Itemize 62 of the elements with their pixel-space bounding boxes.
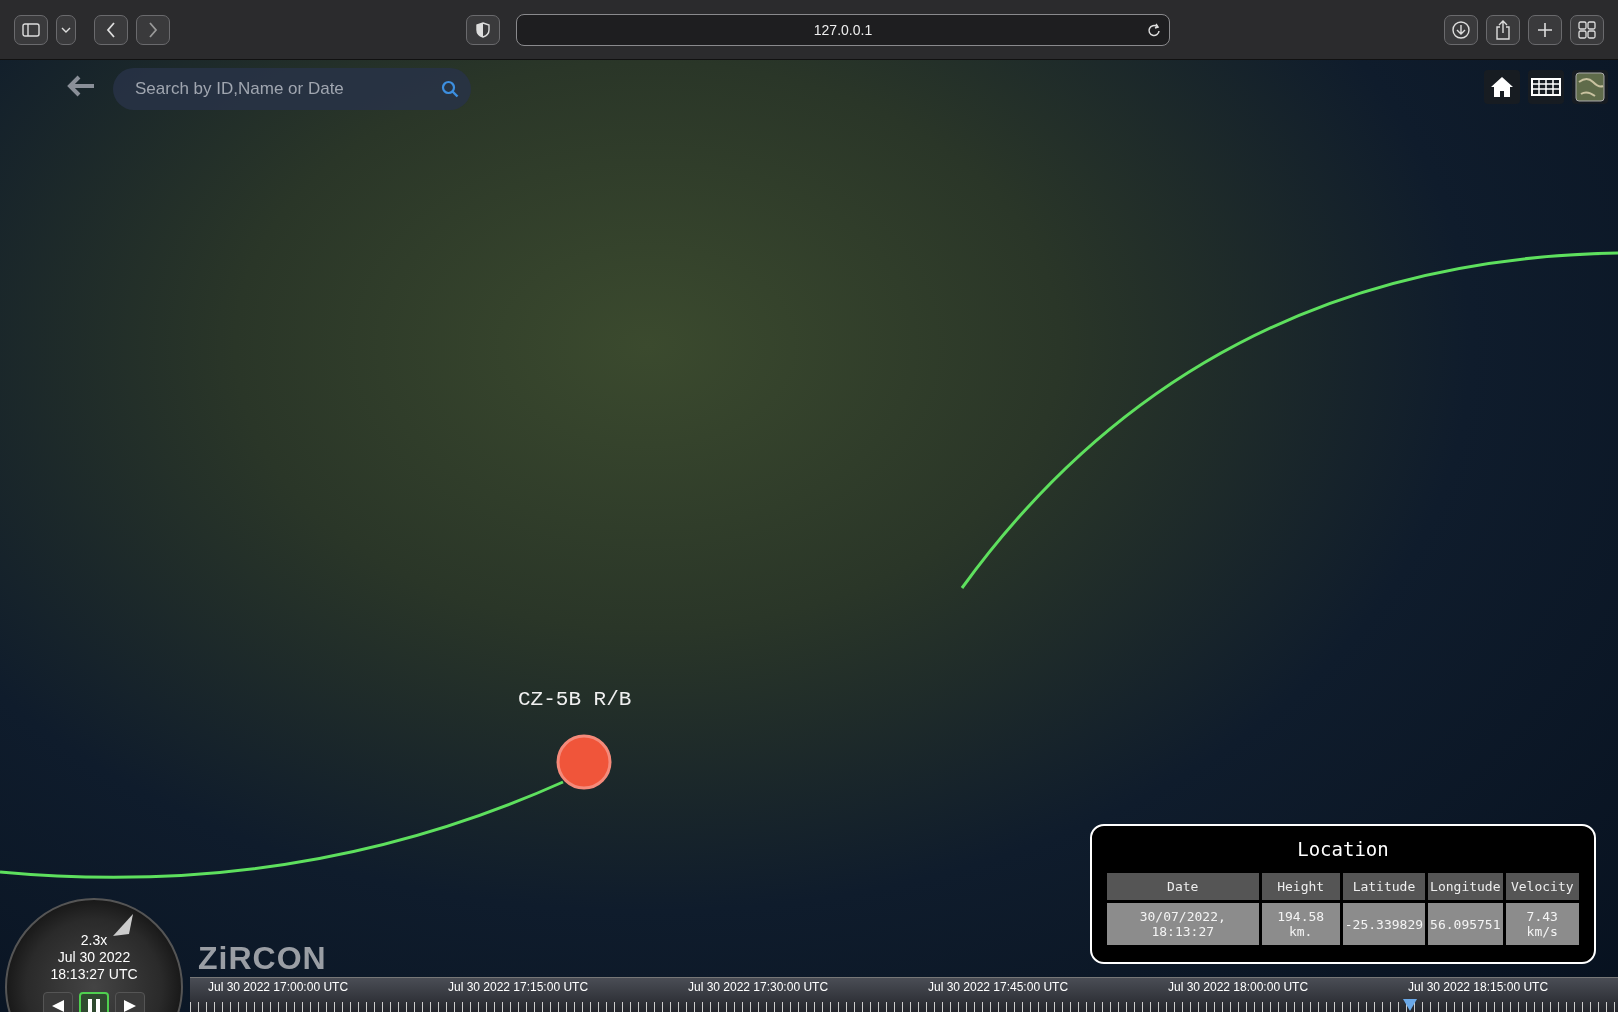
column-header: Height — [1261, 873, 1340, 900]
logo-text: ZiRCON — [198, 940, 327, 977]
map-thumbnail-icon — [1575, 72, 1605, 102]
column-header: Longitude — [1428, 873, 1503, 900]
home-button[interactable] — [1484, 70, 1520, 104]
timeline-bar[interactable]: Jul 30 2022 17:00:00 UTC Jul 30 2022 17:15:00 UTC Jul 30 2022 17:30:00 UTC Jul 30 2022 17:45:00 UTC Jul 30 2022 18:00:00 UTC Jul 30 2022 18:15:00 UTC — [190, 977, 1618, 1012]
shield-icon — [476, 21, 490, 38]
satellite-map[interactable] — [0, 60, 1618, 1012]
date-text: Jul 30 2022 — [56, 949, 132, 966]
grid-view-button[interactable] — [1528, 70, 1564, 104]
forward-play-button[interactable] — [115, 992, 145, 1012]
reverse-button[interactable] — [43, 992, 73, 1012]
play-icon — [123, 999, 137, 1012]
chevron-right-icon — [148, 21, 158, 38]
tab-overview-button[interactable] — [1570, 14, 1604, 45]
table-cell: 7.43 km/s — [1505, 903, 1579, 945]
address-bar[interactable]: 127.0.0.1 — [516, 13, 1170, 46]
search-field[interactable]: Search by ID,Name or Date — [113, 68, 471, 110]
new-tab-button[interactable] — [1528, 14, 1562, 45]
download-button[interactable] — [1444, 14, 1478, 45]
speed-needle-icon[interactable] — [111, 912, 135, 938]
timeline-label: Jul 30 2022 17:00:00 UTC — [207, 980, 349, 994]
grid-icon — [1578, 20, 1596, 39]
download-icon — [1452, 20, 1470, 39]
home-icon — [1490, 76, 1514, 98]
timeline-label: Jul 30 2022 17:15:00 UTC — [447, 980, 589, 994]
sidebar-toggle-button[interactable] — [14, 14, 48, 45]
share-icon — [1495, 19, 1511, 40]
speed-text: 2.3x — [79, 932, 109, 949]
sidebar-icon — [22, 22, 40, 37]
arrow-left-icon[interactable] — [66, 74, 96, 98]
column-header: Latitude — [1342, 873, 1426, 900]
reload-icon[interactable] — [1147, 21, 1161, 38]
share-button[interactable] — [1486, 14, 1520, 45]
forward-button[interactable] — [136, 14, 170, 45]
column-header: Date — [1107, 873, 1259, 900]
time-marker-icon[interactable] — [1401, 998, 1418, 1012]
plus-icon — [1537, 21, 1553, 38]
table-cell: -25.339829 — [1342, 903, 1426, 945]
chevron-down-icon — [61, 26, 71, 33]
timeline-label: Jul 30 2022 18:00:00 UTC — [1167, 980, 1309, 994]
satellite-label: CZ-5B R/B — [518, 688, 632, 711]
privacy-button[interactable] — [466, 14, 500, 45]
base-layer-button[interactable] — [1572, 70, 1608, 104]
play-reverse-icon — [51, 999, 65, 1012]
chevron-left-icon — [106, 21, 116, 38]
table-cell: 30/07/2022, 18:13:27 — [1107, 903, 1259, 945]
column-header: Velocity — [1505, 873, 1579, 900]
search-icon[interactable] — [441, 80, 459, 98]
pause-icon — [87, 998, 101, 1012]
table-cell: 56.095751 — [1428, 903, 1503, 945]
panel-title: Location — [1296, 838, 1390, 860]
back-button[interactable] — [94, 14, 128, 45]
timeline-label: Jul 30 2022 18:15:00 UTC — [1407, 980, 1549, 994]
table-cell: 194.58 km. — [1261, 903, 1340, 945]
grid-icon — [1531, 78, 1561, 96]
timeline-label: Jul 30 2022 17:30:00 UTC — [687, 980, 829, 994]
timeline-label: Jul 30 2022 17:45:00 UTC — [927, 980, 1069, 994]
time-text: 18:13:27 UTC — [49, 966, 139, 983]
pause-button[interactable] — [79, 992, 109, 1012]
satellite-marker[interactable] — [556, 734, 612, 790]
dropdown-button[interactable] — [56, 14, 76, 45]
